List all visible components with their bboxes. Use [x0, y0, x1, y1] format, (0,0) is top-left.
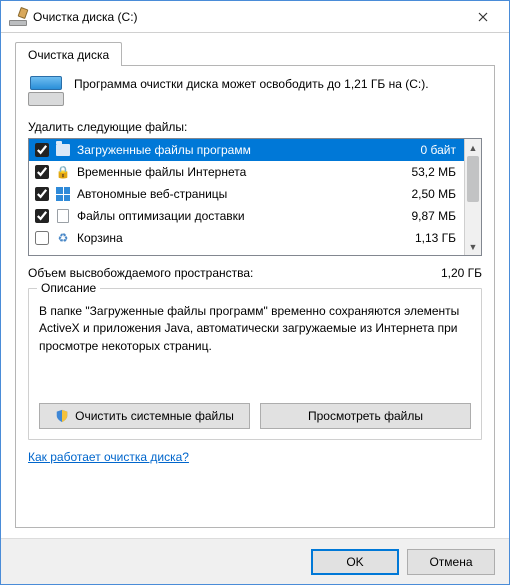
group-button-row: Очистить системные файлы Просмотреть фай… [39, 403, 471, 429]
list-item-size: 0 байт [396, 143, 456, 157]
description-group: Описание В папке "Загруженные файлы прог… [28, 288, 482, 440]
list-item-label: Загруженные файлы программ [77, 143, 390, 157]
list-item[interactable]: Загруженные файлы программ 0 байт [29, 139, 464, 161]
list-item-size: 1,13 ГБ [396, 231, 456, 245]
scrollbar-vertical[interactable]: ▲ ▼ [464, 139, 481, 255]
list-item-label: Корзина [77, 231, 390, 245]
list-item-checkbox[interactable] [35, 165, 49, 179]
intro-text: Программа очистки диска может освободить… [74, 76, 429, 106]
list-item-checkbox[interactable] [35, 209, 49, 223]
scroll-up-button[interactable]: ▲ [465, 139, 481, 156]
lock-icon: 🔒 [56, 165, 71, 179]
clean-system-files-button[interactable]: Очистить системные файлы [39, 403, 250, 429]
view-files-button[interactable]: Просмотреть файлы [260, 403, 471, 429]
list-item-checkbox[interactable] [35, 187, 49, 201]
tab-cleanup[interactable]: Очистка диска [15, 42, 122, 66]
list-item[interactable]: Автономные веб-страницы 2,50 МБ [29, 183, 464, 205]
delete-prompt: Удалить следующие файлы: [28, 120, 482, 134]
page-icon [57, 209, 69, 223]
view-files-label: Просмотреть файлы [308, 409, 423, 423]
summary-row: Объем высвобождаемого пространства: 1,20… [28, 266, 482, 280]
close-button[interactable] [463, 3, 503, 31]
folder-icon [56, 144, 70, 156]
windows-icon [56, 187, 70, 201]
list-item-label: Автономные веб-страницы [77, 187, 390, 201]
ok-button[interactable]: OK [311, 549, 399, 575]
cancel-button[interactable]: Отмена [407, 549, 495, 575]
list-item-label: Временные файлы Интернета [77, 165, 390, 179]
file-list-rows[interactable]: Загруженные файлы программ 0 байт 🔒 Временн… [29, 139, 464, 255]
list-item-size: 2,50 МБ [396, 187, 456, 201]
recycle-bin-icon: ♻ [58, 231, 69, 245]
scroll-track[interactable] [465, 156, 481, 238]
list-item-checkbox[interactable] [35, 143, 49, 157]
help-link[interactable]: Как работает очистка диска? [28, 450, 482, 464]
disk-cleanup-icon [9, 8, 27, 26]
intro-row: Программа очистки диска может освободить… [28, 76, 482, 106]
scroll-down-button[interactable]: ▼ [465, 238, 481, 255]
tab-pane: Программа очистки диска может освободить… [15, 65, 495, 528]
list-item[interactable]: Файлы оптимизации доставки 9,87 МБ [29, 205, 464, 227]
list-item-size: 9,87 МБ [396, 209, 456, 223]
dialog-body: Очистка диска Программа очистки диска мо… [1, 33, 509, 538]
list-item-checkbox[interactable] [35, 231, 49, 245]
drive-icon [28, 76, 64, 106]
clean-system-files-label: Очистить системные файлы [75, 409, 234, 423]
description-legend: Описание [37, 281, 100, 295]
summary-label: Объем высвобождаемого пространства: [28, 266, 253, 280]
shield-icon [55, 409, 69, 423]
summary-value: 1,20 ГБ [441, 266, 482, 280]
window-title: Очистка диска (C:) [33, 10, 463, 24]
list-item-size: 53,2 МБ [396, 165, 456, 179]
dialog-footer: OK Отмена [1, 538, 509, 584]
file-list: Загруженные файлы программ 0 байт 🔒 Временн… [28, 138, 482, 256]
title-bar: Очистка диска (C:) [1, 1, 509, 33]
list-item-label: Файлы оптимизации доставки [77, 209, 390, 223]
list-item[interactable]: ♻ Корзина 1,13 ГБ [29, 227, 464, 249]
scroll-thumb[interactable] [467, 156, 479, 202]
ok-label: OK [346, 555, 363, 569]
cancel-label: Отмена [429, 555, 472, 569]
list-item[interactable]: 🔒 Временные файлы Интернета 53,2 МБ [29, 161, 464, 183]
dialog-window: Очистка диска (C:) Очистка диска Програм… [0, 0, 510, 585]
description-text: В папке "Загруженные файлы программ" вре… [39, 303, 471, 391]
tab-strip: Очистка диска [15, 41, 495, 65]
